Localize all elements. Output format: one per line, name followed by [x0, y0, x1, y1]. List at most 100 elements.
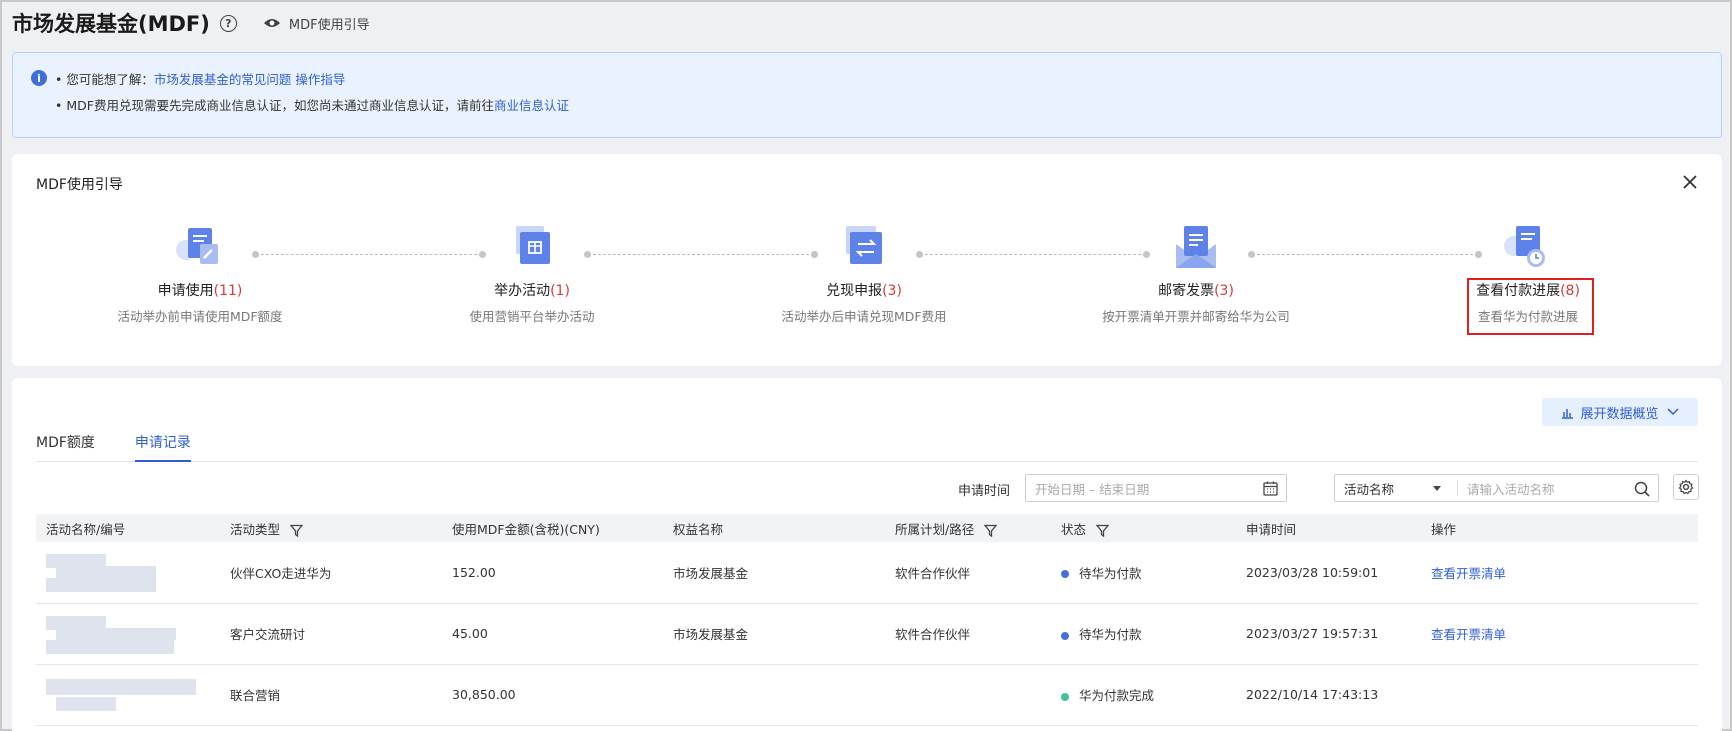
filter-field-value: 活动名称: [1344, 481, 1395, 497]
apply-form-icon: [176, 228, 218, 264]
status: 华为付款完成: [1051, 664, 1236, 725]
col-activity-name: 活动名称/编号: [46, 521, 126, 537]
step-activity[interactable]: 举办活动(1) 使用营销平台举办活动: [412, 224, 652, 325]
step-activity-count: (1): [550, 283, 570, 299]
notice-line1-prefix: • 您可能想了解：: [55, 71, 154, 87]
step-apply[interactable]: 申请使用(11) 活动举办前申请使用MDF额度: [80, 224, 320, 325]
question-circle-icon[interactable]: ?: [219, 14, 237, 32]
table-header-row: 活动名称/编号 活动类型 使用MDF金额(含税)(CNY) 权益名称 所属计划/…: [36, 514, 1698, 542]
records-card: 展开数据概览 MDF额度 申请记录 申请时间 开始日期 – 结束日期 活动名称 …: [12, 378, 1722, 731]
filter-bar: 申请时间 开始日期 – 结束日期 活动名称 请输入活动名称: [12, 474, 1722, 504]
step-mail-invoice-count: (3): [1214, 283, 1234, 299]
activity-search-input[interactable]: 请输入活动名称: [1458, 475, 1658, 501]
apply-time: 2023/03/27 19:57:31: [1246, 626, 1379, 641]
status: 待华为付款: [1051, 542, 1236, 603]
chevron-down-icon: [1666, 408, 1679, 416]
col-activity-type: 活动类型: [220, 514, 442, 542]
activity-calendar-icon: [516, 226, 550, 264]
step-apply-desc: 活动举办前申请使用MDF额度: [117, 309, 283, 324]
redacted-activity-name: [36, 603, 220, 664]
info-notice: i • 您可能想了解： 市场发展基金的常见问题 操作指导 • MDF费用兑现需要…: [12, 52, 1722, 138]
step-redeem[interactable]: 兑现申报(3) 活动举办后申请兑现MDF费用: [744, 224, 984, 325]
tab-mdf-quota[interactable]: MDF额度: [36, 432, 95, 462]
status-dot: [1061, 692, 1069, 701]
mail-invoice-icon: [1176, 226, 1216, 268]
mdf-guide-card: MDF使用引导 申请使用(11) 活动举办前申请使用MDF额度 举办活动(1) …: [12, 154, 1722, 366]
close-icon[interactable]: [1682, 174, 1698, 190]
step-apply-count: (11): [213, 283, 243, 299]
mdf-guide-link-label: MDF使用引导: [288, 17, 370, 33]
step-redeem-count: (3): [882, 283, 902, 299]
plan: 软件合作伙伴: [895, 627, 971, 642]
date-range-placeholder: 开始日期 – 结束日期: [1035, 481, 1150, 497]
status-dot: [1061, 631, 1069, 640]
step-activity-desc: 使用营销平台举办活动: [469, 309, 595, 324]
plan: 软件合作伙伴: [895, 565, 971, 581]
step-payment-progress-label: 查看付款进展: [1476, 283, 1561, 299]
notice-line2-prefix: • MDF费用兑现需要先完成商业信息认证，如您尚未通过商业信息认证，请前往: [55, 97, 494, 113]
business-cert-link[interactable]: 商业信息认证: [494, 95, 569, 114]
filter-icon[interactable]: [289, 524, 304, 537]
action-cell: 查看开票清单: [1421, 603, 1698, 664]
col-action: 操作: [1431, 521, 1457, 537]
exchange-icon: [846, 226, 882, 264]
eye-icon: [263, 19, 280, 27]
filter-icon[interactable]: [1095, 524, 1110, 537]
activity-type: 伙伴CXO走进华为: [230, 565, 332, 581]
apply-time-label: 申请时间: [958, 484, 1011, 499]
col-status: 状态: [1051, 514, 1236, 542]
date-range-picker[interactable]: 开始日期 – 结束日期: [1025, 474, 1287, 502]
col-benefit-name: 权益名称: [673, 521, 724, 537]
step-payment-progress[interactable]: 查看付款进展(8) 查看华为付款进展: [1408, 224, 1648, 325]
mdf-guide-link[interactable]: MDF使用引导: [263, 14, 370, 33]
step-mail-invoice-desc: 按开票清单开票并邮寄给华为公司: [1102, 309, 1290, 324]
calendar-icon: [1263, 481, 1278, 496]
payment-progress-icon: [1504, 226, 1545, 267]
step-apply-label: 申请使用: [157, 283, 214, 299]
status: 待华为付款: [1051, 603, 1236, 664]
benefit-name: 市场发展基金: [673, 565, 749, 581]
step-redeem-label: 兑现申报: [826, 283, 883, 299]
step-mail-invoice[interactable]: 邮寄发票(3) 按开票清单开票并邮寄给华为公司: [1076, 224, 1316, 325]
activity-search-placeholder: 请输入活动名称: [1467, 481, 1555, 497]
filter-field-select[interactable]: 活动名称: [1335, 475, 1457, 501]
amount: 30,850.00: [452, 687, 516, 702]
view-invoice-list-link[interactable]: 查看开票清单: [1431, 627, 1506, 642]
benefit-name: [663, 664, 885, 725]
view-invoice-list-link[interactable]: 查看开票清单: [1431, 566, 1506, 581]
activity-type: 联合营销: [230, 688, 281, 703]
page-header: 市场发展基金(MDF) ? MDF使用引导: [0, 0, 1732, 46]
tab-application-records[interactable]: 申请记录: [134, 432, 191, 462]
col-amount: 使用MDF金额(含税)(CNY): [452, 521, 600, 537]
step-redeem-desc: 活动举办后申请兑现MDF费用: [781, 309, 947, 324]
record-tabs: MDF额度 申请记录: [36, 432, 1698, 462]
bar-chart-icon: [1562, 408, 1574, 419]
table-row: 联合营销 30,850.00 华为付款完成 2022/10/14 17:43:1…: [36, 664, 1698, 725]
table-row: 客户交流研讨 45.00 市场发展基金 软件合作伙伴 待华为付款 2023/03…: [36, 603, 1698, 664]
records-table: 活动名称/编号 活动类型 使用MDF金额(含税)(CNY) 权益名称 所属计划/…: [36, 514, 1698, 726]
plan: [885, 664, 1051, 725]
operation-guide-link[interactable]: 操作指导: [295, 69, 345, 88]
activity-type: 客户交流研讨: [230, 627, 306, 642]
amount: 152.00: [452, 564, 496, 580]
table-row: 伙伴CXO走进华为 152.00 市场发展基金 软件合作伙伴 待华为付款 202…: [36, 542, 1698, 603]
step-mail-invoice-label: 邮寄发票: [1158, 283, 1215, 299]
expand-overview-button[interactable]: 展开数据概览: [1542, 398, 1698, 426]
col-apply-time: 申请时间: [1246, 521, 1297, 537]
faq-link[interactable]: 市场发展基金的常见问题: [154, 69, 292, 88]
search-icon[interactable]: [1634, 481, 1650, 497]
filter-icon[interactable]: [983, 524, 998, 537]
redacted-activity-name: [36, 542, 220, 603]
activity-name-filter: 活动名称 请输入活动名称: [1334, 474, 1659, 502]
apply-time: 2022/10/14 17:43:13: [1246, 687, 1379, 702]
info-icon: i: [31, 70, 47, 86]
gear-icon: [1678, 479, 1694, 495]
redacted-activity-name: [36, 664, 220, 725]
benefit-name: 市场发展基金: [673, 627, 749, 642]
step-payment-progress-count: (8): [1560, 283, 1580, 299]
table-settings-button[interactable]: [1673, 474, 1699, 500]
page-title: 市场发展基金(MDF): [12, 12, 210, 36]
step-activity-label: 举办活动: [494, 283, 551, 299]
expand-overview-label: 展开数据概览: [1580, 406, 1659, 422]
status-dot: [1061, 570, 1069, 579]
